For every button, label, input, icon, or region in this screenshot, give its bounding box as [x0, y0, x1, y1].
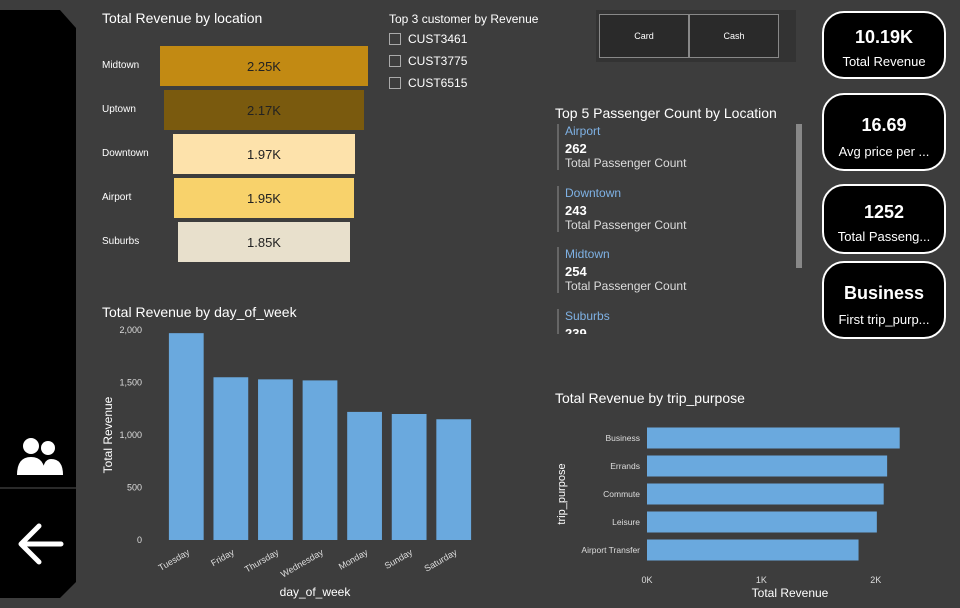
y-axis-title: Total Revenue — [101, 396, 115, 473]
x-tick-label: Saturday — [423, 547, 460, 574]
x-tick-label: 2K — [870, 575, 881, 585]
funnel-category-label: Airport — [102, 192, 132, 203]
y-tick-label: 0 — [137, 535, 142, 545]
kpi-first-trip-purpose: Business First trip_purp... — [822, 261, 946, 339]
x-tick-label: Sunday — [383, 547, 415, 571]
x-tick-label: 0K — [641, 575, 652, 585]
y-tick-label: Commute — [603, 489, 640, 499]
x-tick-label: Friday — [209, 547, 236, 568]
customer-label: CUST3461 — [408, 32, 468, 46]
cash-button[interactable]: Cash — [689, 14, 779, 58]
card-button[interactable]: Card — [599, 14, 689, 58]
y-tick-label: 1,500 — [119, 378, 142, 388]
sidebar-background — [0, 10, 76, 598]
kpi-value: 16.69 — [861, 115, 907, 135]
funnel-category-label: Downtown — [102, 148, 149, 159]
metric-label: Total Passenger Count — [565, 156, 687, 170]
bar[interactable] — [213, 377, 249, 540]
kpi-label: Total Passeng... — [837, 229, 931, 244]
y-axis-title: trip_purpose — [556, 463, 568, 524]
metric-label: Total Passenger Count — [565, 279, 687, 293]
revenue-by-purpose-chart: Business Errands Commute Leisure Airport Tra… — [556, 427, 900, 600]
passenger-list: Airport 262 Total Passenger Count Downtown 2… — [555, 124, 805, 334]
top-customers-title: Top 3 customer by Revenue — [389, 12, 539, 26]
revenue-by-purpose-title: Total Revenue by trip_purpose — [555, 390, 745, 406]
y-tick-label: Airport Transfer — [581, 545, 640, 555]
customer-label: CUST6515 — [408, 76, 468, 90]
users-nav-button[interactable] — [0, 428, 80, 484]
y-tick-label: Errands — [610, 461, 640, 471]
funnel-category-label: Uptown — [102, 104, 136, 115]
bar[interactable] — [258, 379, 293, 540]
funnel-category-label: Midtown — [102, 60, 140, 71]
y-tick-label: Business — [606, 433, 641, 443]
bar[interactable] — [647, 539, 859, 561]
revenue-by-day-chart: 0 500 1,000 1,500 2,000 Tuesday Friday Thursday… — [101, 325, 472, 599]
x-tick-label: 1K — [756, 575, 767, 585]
passenger-count: 239 — [565, 325, 587, 335]
funnel-bar[interactable]: 1.95K — [173, 178, 355, 218]
passenger-list-item[interactable]: Downtown 243 Total Passenger Count — [557, 185, 795, 232]
funnel-bar[interactable]: 2.25K — [160, 46, 368, 86]
x-tick-label: Thursday — [243, 547, 281, 575]
users-icon — [17, 438, 63, 475]
bar[interactable] — [168, 333, 204, 540]
arrow-left-icon — [18, 523, 64, 565]
bar[interactable] — [302, 380, 338, 540]
funnel-bar[interactable]: 1.97K — [172, 134, 356, 174]
passenger-list-item[interactable]: Airport 262 Total Passenger Count — [557, 124, 795, 170]
checkbox[interactable] — [389, 77, 401, 89]
bar[interactable] — [647, 511, 877, 533]
x-axis-title: day_of_week — [280, 585, 352, 599]
customer-checkbox-item[interactable]: CUST6515 — [389, 76, 467, 90]
kpi-value: 10.19K — [854, 27, 914, 47]
checkbox[interactable] — [389, 33, 401, 45]
bar[interactable] — [436, 419, 472, 540]
sidebar — [0, 0, 80, 600]
passenger-count: 243 — [565, 202, 587, 218]
funnel-bar[interactable]: 2.17K — [163, 90, 365, 130]
bar[interactable] — [647, 483, 884, 505]
x-tick-label: Tuesday — [157, 547, 192, 573]
revenue-by-location-title: Total Revenue by location — [102, 10, 263, 26]
y-tick-label: 2,000 — [119, 325, 142, 335]
passenger-list-item[interactable]: Suburbs239Total Passenger Count — [557, 308, 795, 335]
passenger-list-title: Top 5 Passenger Count by Location — [555, 105, 777, 121]
passenger-count: 262 — [565, 141, 587, 156]
bar[interactable] — [391, 414, 427, 540]
customer-checkbox-item[interactable]: CUST3461 — [389, 32, 467, 46]
metric-label: Total Passenger Count — [565, 217, 687, 232]
location-name: Midtown — [565, 247, 610, 261]
x-axis-title: Total Revenue — [752, 586, 829, 600]
location-name: Downtown — [565, 185, 622, 200]
kpi-label: Avg price per ... — [838, 144, 930, 159]
kpi-value: 1252 — [863, 202, 905, 222]
passenger-count: 254 — [565, 264, 587, 279]
funnel-bar[interactable]: 1.85K — [178, 222, 350, 262]
y-tick-label: Leisure — [612, 517, 640, 527]
bar[interactable] — [347, 411, 382, 540]
bar[interactable] — [647, 455, 888, 477]
kpi-avg-price: 16.69 Avg price per ... — [822, 93, 946, 171]
location-name: Suburbs — [565, 308, 610, 323]
customer-checkbox-item[interactable]: CUST3775 — [389, 54, 467, 68]
y-tick-label: 1,000 — [119, 430, 142, 440]
kpi-label: First trip_purp... — [838, 312, 930, 327]
location-name: Airport — [565, 124, 601, 138]
x-tick-label: Wednesday — [279, 547, 325, 580]
kpi-label: Total Revenue — [842, 54, 926, 69]
passenger-list-scrollbar[interactable] — [796, 124, 802, 268]
kpi-value: Business — [843, 283, 925, 303]
funnel-category-label: Suburbs — [102, 236, 140, 247]
checkbox[interactable] — [389, 55, 401, 67]
bar[interactable] — [647, 427, 900, 449]
kpi-total-revenue: 10.19K Total Revenue — [822, 11, 946, 79]
back-button[interactable] — [0, 512, 80, 576]
passenger-list-item[interactable]: Midtown 254 Total Passenger Count — [557, 247, 795, 293]
y-tick-label: 500 — [127, 483, 142, 493]
x-tick-label: Monday — [337, 547, 370, 572]
customer-label: CUST3775 — [408, 54, 468, 68]
kpi-total-passengers: 1252 Total Passeng... — [822, 184, 946, 254]
